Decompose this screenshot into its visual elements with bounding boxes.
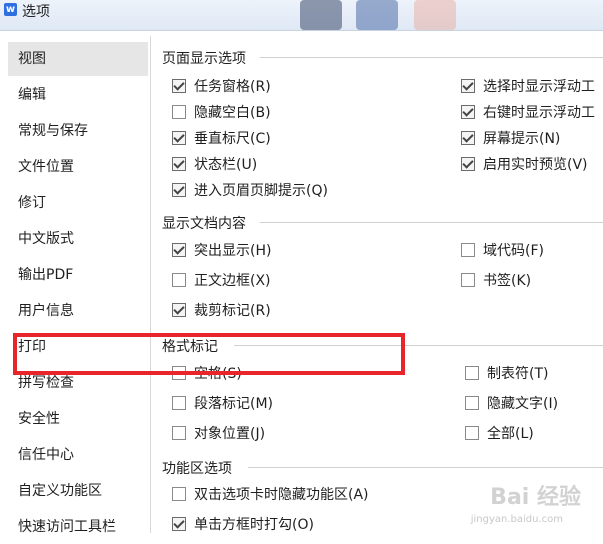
option-label: 进入页眉页脚提示(Q)	[194, 183, 328, 199]
sidebar-item-revision[interactable]: 修订	[8, 186, 148, 220]
option-label: 屏幕提示(N)	[483, 131, 561, 147]
option-label: 裁剪标记(R)	[194, 303, 271, 319]
checkbox[interactable]	[461, 105, 475, 119]
sidebar-item-view[interactable]: 视图	[8, 42, 148, 76]
option-label: 正文边框(X)	[194, 273, 271, 289]
checkbox[interactable]	[465, 366, 479, 380]
option-label: 全部(L)	[487, 426, 534, 442]
group-divider	[260, 222, 603, 223]
group-divider	[248, 467, 603, 468]
app-icon: w	[4, 3, 17, 16]
background-blur-1	[300, 0, 342, 30]
option-label: 对象位置(J)	[194, 426, 266, 442]
option-label: 任务窗格(R)	[194, 79, 271, 95]
watermark-logo: Bai 经验	[490, 485, 581, 510]
group-divider	[260, 57, 603, 58]
sidebar-item-user-info[interactable]: 用户信息	[8, 294, 148, 328]
checkbox[interactable]	[172, 243, 186, 257]
checkbox[interactable]	[461, 273, 475, 287]
group-title-doc-content: 显示文档内容	[162, 213, 250, 233]
sidebar: 视图 编辑 常规与保存 文件位置 修订 中文版式 输出PDF 用户信息 打印 拼…	[4, 36, 151, 535]
checkbox[interactable]	[172, 303, 186, 317]
highlight-annotation-box	[13, 333, 405, 375]
watermark-url: jingyan.baidu.com	[470, 514, 563, 525]
sidebar-item-trust-center[interactable]: 信任中心	[8, 438, 148, 472]
sidebar-item-security[interactable]: 安全性	[8, 402, 148, 436]
checkbox[interactable]	[172, 105, 186, 119]
checkbox[interactable]	[172, 426, 186, 440]
option-label: 双击选项卡时隐藏功能区(A)	[194, 487, 369, 503]
checkbox[interactable]	[172, 273, 186, 287]
checkbox[interactable]	[465, 426, 479, 440]
window-title: 选项	[22, 4, 50, 20]
checkbox[interactable]	[172, 157, 186, 171]
option-label: 右键时显示浮动工	[483, 105, 595, 121]
option-label: 启用实时预览(V)	[483, 157, 588, 173]
option-label: 书签(K)	[483, 273, 532, 289]
sidebar-item-file-location[interactable]: 文件位置	[8, 150, 148, 184]
option-label: 状态栏(U)	[194, 157, 258, 173]
sidebar-item-general[interactable]: 常规与保存	[8, 114, 148, 148]
title-bar: w 选项	[0, 0, 603, 31]
sidebar-item-customize-ribbon[interactable]: 自定义功能区	[8, 474, 148, 508]
option-label: 段落标记(M)	[194, 396, 274, 412]
option-label: 隐藏空白(B)	[194, 105, 271, 121]
checkbox[interactable]	[172, 487, 186, 501]
options-pane: 页面显示选项 任务窗格(R) 隐藏空白(B) 垂直标尺(C) 状态栏(U) 进入…	[152, 36, 603, 533]
sidebar-item-chinese-layout[interactable]: 中文版式	[8, 222, 148, 256]
option-label: 选择时显示浮动工	[483, 79, 595, 95]
background-blur-2	[356, 0, 398, 30]
group-title-ribbon: 功能区选项	[162, 458, 236, 478]
option-label: 制表符(T)	[487, 366, 549, 382]
checkbox[interactable]	[461, 131, 475, 145]
checkbox[interactable]	[461, 243, 475, 257]
sidebar-item-quick-access[interactable]: 快速访问工具栏	[8, 510, 148, 544]
checkbox[interactable]	[172, 131, 186, 145]
checkbox[interactable]	[461, 157, 475, 171]
option-label: 隐藏文字(I)	[487, 396, 559, 412]
option-label: 突出显示(H)	[194, 243, 272, 259]
checkbox[interactable]	[465, 396, 479, 410]
checkbox[interactable]	[172, 396, 186, 410]
sidebar-item-export-pdf[interactable]: 输出PDF	[8, 258, 148, 292]
group-title-page-display: 页面显示选项	[162, 48, 250, 68]
sidebar-item-edit[interactable]: 编辑	[8, 78, 148, 112]
option-label: 垂直标尺(C)	[194, 131, 271, 147]
checkbox[interactable]	[461, 79, 475, 93]
checkbox[interactable]	[172, 517, 186, 531]
checkbox[interactable]	[172, 183, 186, 197]
option-label: 域代码(F)	[483, 243, 544, 259]
background-blur-3	[414, 0, 456, 30]
checkbox[interactable]	[172, 79, 186, 93]
